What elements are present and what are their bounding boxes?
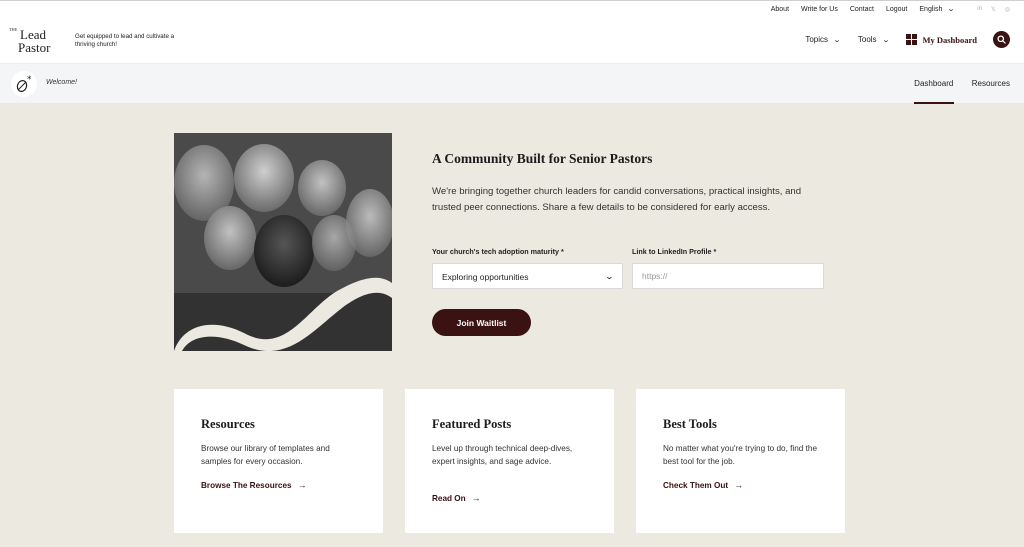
sub-nav: * Welcome! Dashboard Resources (0, 64, 1024, 104)
logout-link[interactable]: Logout (886, 6, 907, 13)
check-them-out-link[interactable]: Check Them Out → (663, 480, 743, 490)
browse-resources-link[interactable]: Browse The Resources → (201, 480, 307, 490)
tab-resources[interactable]: Resources (972, 64, 1010, 104)
join-waitlist-button[interactable]: Join Waitlist (432, 309, 531, 336)
svg-text:*: * (27, 75, 32, 85)
hero-description: We're bringing together church leaders f… (432, 186, 802, 213)
community-photo (174, 133, 392, 351)
tech-maturity-label: Your church's tech adoption maturity * (432, 247, 564, 256)
chevron-down-icon: ⌄ (947, 6, 956, 13)
avatar-logo-icon: * (16, 75, 32, 92)
card-title: Best Tools (663, 417, 717, 431)
card-title: Resources (201, 417, 255, 431)
my-dashboard-link[interactable]: My Dashboard (906, 34, 977, 45)
nav-topics-label: Topics (805, 35, 828, 44)
search-icon (997, 35, 1006, 44)
community-photo-art (174, 133, 392, 351)
about-link[interactable]: About (771, 6, 789, 13)
cta-label: Read On (432, 493, 466, 503)
cta-label: Browse The Resources (201, 480, 292, 490)
linkedin-icon[interactable]: in (977, 6, 982, 12)
read-on-link[interactable]: Read On → (432, 493, 481, 503)
main-nav: Topics ⌄ Tools ⌄ My Dashboard (805, 31, 1024, 48)
card-resources: Resources Browse our library of template… (174, 389, 383, 533)
arrow-right-icon: → (734, 480, 744, 490)
instagram-icon[interactable]: ◎ (1005, 6, 1010, 13)
chevron-down-icon: ⌄ (604, 272, 615, 281)
main-content: A Community Built for Senior Pastors We'… (0, 104, 1024, 547)
linkedin-input[interactable] (632, 263, 824, 289)
social-links: in 𝕏 ◎ (968, 6, 1010, 13)
dashboard-grid-icon (906, 34, 918, 45)
user-avatar[interactable]: * (11, 71, 37, 97)
tech-maturity-value: Exploring opportunities (442, 272, 529, 282)
logo-the: THE (9, 27, 18, 32)
card-text: No matter what you're trying to do, find… (663, 444, 818, 466)
hero-title: A Community Built for Senior Pastors (432, 151, 653, 166)
chevron-down-icon: ⌄ (881, 36, 890, 44)
x-icon[interactable]: 𝕏 (991, 6, 996, 13)
nav-tools[interactable]: Tools ⌄ (857, 35, 890, 44)
cta-label: Check Them Out (663, 480, 729, 490)
logo-line2: Pastor (18, 40, 51, 55)
search-button[interactable] (993, 31, 1010, 48)
nav-topics[interactable]: Topics ⌄ (805, 35, 842, 44)
sub-tabs: Dashboard Resources (913, 64, 1024, 104)
utility-links: About Write for Us Contact Logout Englis… (771, 5, 1024, 14)
utility-bar: About Write for Us Contact Logout Englis… (0, 0, 1024, 19)
linkedin-label: Link to LinkedIn Profile * (632, 247, 717, 256)
card-text: Level up through technical deep-dives, e… (432, 444, 573, 466)
tech-maturity-select[interactable]: Exploring opportunities ⌄ (432, 263, 623, 289)
card-text: Browse our library of templates and samp… (201, 444, 330, 466)
welcome-text: Welcome! (46, 79, 77, 86)
nav-tools-label: Tools (857, 35, 877, 44)
chevron-down-icon: ⌄ (832, 36, 842, 44)
tab-dashboard[interactable]: Dashboard (913, 64, 954, 104)
arrow-right-icon: → (297, 480, 307, 490)
site-tagline: Get equipped to lead and cultivate a thr… (75, 33, 175, 48)
card-featured-posts: Featured Posts Level up through technica… (405, 389, 614, 533)
site-logo[interactable]: THE Lead Pastor (9, 24, 65, 56)
card-best-tools: Best Tools No matter what you're trying … (636, 389, 845, 533)
arrow-right-icon: → (471, 493, 481, 503)
my-dashboard-label: My Dashboard (922, 34, 977, 45)
card-title: Featured Posts (432, 417, 512, 431)
language-label: English (919, 5, 943, 13)
main-header: THE Lead Pastor Get equipped to lead and… (0, 19, 1024, 64)
contact-link[interactable]: Contact (850, 6, 874, 13)
write-for-us-link[interactable]: Write for Us (801, 6, 838, 13)
language-selector[interactable]: English ⌄ (919, 5, 956, 14)
